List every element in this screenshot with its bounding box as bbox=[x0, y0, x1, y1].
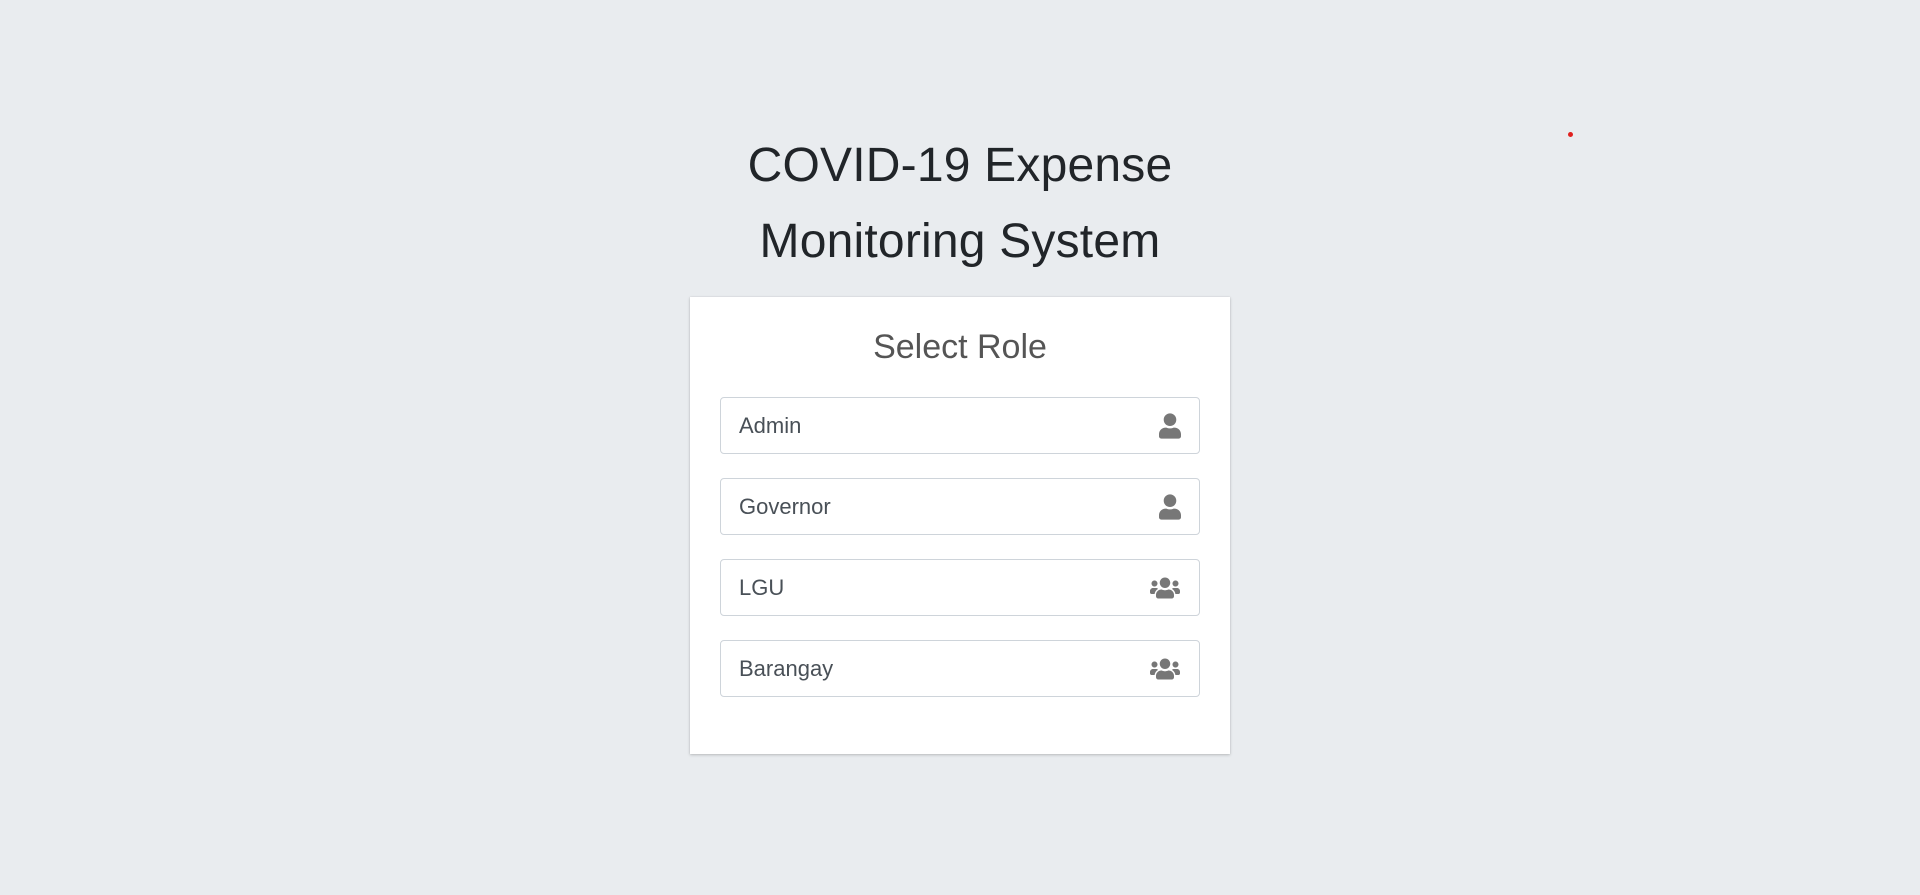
users-icon bbox=[1141, 573, 1181, 603]
page-title: COVID-19 Expense Monitoring System bbox=[0, 128, 1920, 280]
page-title-line-1: COVID-19 Expense bbox=[747, 139, 1173, 192]
role-select-card: Select Role Admin Governor LGU Barangay bbox=[690, 297, 1230, 754]
role-label-barangay: Barangay bbox=[739, 655, 834, 681]
user-icon bbox=[1141, 492, 1181, 522]
role-option-admin[interactable]: Admin bbox=[720, 397, 1200, 454]
role-option-governor[interactable]: Governor bbox=[720, 478, 1200, 535]
users-icon bbox=[1141, 654, 1181, 684]
role-label-lgu: LGU bbox=[739, 574, 785, 600]
role-label-governor: Governor bbox=[739, 493, 831, 519]
role-option-barangay[interactable]: Barangay bbox=[720, 640, 1200, 697]
page-title-line-2: Monitoring System bbox=[759, 215, 1161, 268]
card-title: Select Role bbox=[873, 328, 1047, 366]
status-dot bbox=[1568, 132, 1573, 137]
user-icon bbox=[1141, 411, 1181, 441]
role-label-admin: Admin bbox=[739, 412, 802, 438]
role-option-lgu[interactable]: LGU bbox=[720, 559, 1200, 616]
